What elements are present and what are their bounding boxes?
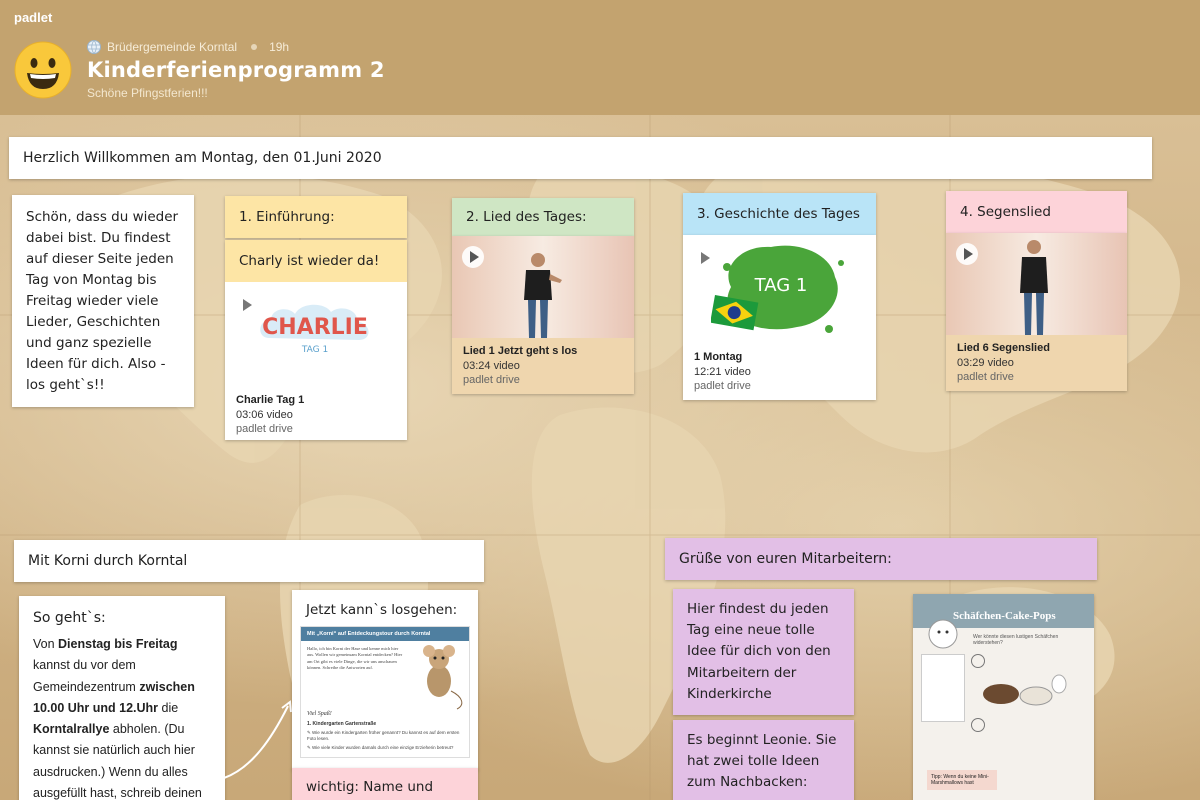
- section-title-greetings[interactable]: Grüße von euren Mitarbeitern:: [665, 538, 1097, 580]
- rallye-document-card[interactable]: Jetzt kann`s losgehen: Mit „Korni“ auf E…: [292, 590, 478, 770]
- video-duration: 03:24 video: [463, 359, 520, 372]
- board-header: padlet Brüdergemeinde Korntal 19h Kinder…: [0, 0, 1200, 115]
- wichtig-card[interactable]: wichtig: Name und: [292, 768, 478, 800]
- document-question-2: ✎ Wie viele Kinder wurden damals durch e…: [307, 745, 454, 750]
- section-title-text: Grüße von euren Mitarbeitern:: [679, 551, 892, 567]
- video-title: Lied 6 Segenslied: [957, 342, 1050, 354]
- play-icon[interactable]: [235, 294, 257, 316]
- separator-dot: [251, 44, 258, 50]
- card-subtitle-text: Charly ist wieder da!: [239, 253, 380, 269]
- greeting-note-2[interactable]: Es beginnt Leonie. Sie hat zwei tolle Id…: [673, 720, 854, 800]
- play-icon[interactable]: [462, 246, 484, 268]
- author-name[interactable]: Brüdergemeinde Korntal: [107, 40, 237, 54]
- video-meta: Lied 1 Jetzt geht s los 03:24 video padl…: [452, 338, 634, 394]
- greeting-note-text: Hier findest du jeden Tag eine neue toll…: [687, 601, 831, 702]
- thumb-text: TAG 1: [754, 275, 808, 296]
- recipe-step: Tipp: Wenn du keine Mini-Marshmallows ha…: [927, 770, 997, 790]
- video-title: 1 Montag: [694, 351, 743, 363]
- tag1-splash-logo: TAG 1: [711, 245, 844, 333]
- column-header-3[interactable]: 3. Geschichte des Tages: [683, 193, 876, 235]
- video-source: padlet drive: [694, 380, 751, 392]
- board-subtitle: Schöne Pfingstferien!!!: [87, 86, 208, 100]
- video-thumbnail[interactable]: [946, 233, 1127, 335]
- video-duration: 12:21 video: [694, 365, 751, 378]
- document-question-1: ✎ Wie wurde ein Kindergarten früher gena…: [307, 730, 460, 741]
- document-paragraph: Hallo, ich bin Korni der Hase und kenne …: [307, 646, 403, 671]
- recipe-image-card[interactable]: Schäfchen-Cake-Pops Wer könnte diesen lu…: [913, 594, 1094, 800]
- instructions-heading: So geht`s:: [33, 610, 106, 626]
- video-thumbnail[interactable]: CHARLIE TAG 1: [225, 282, 407, 387]
- document-item-1: 1. Kindergarten Gartenstraße: [307, 721, 377, 727]
- video-card-segenslied[interactable]: Lied 6 Segenslied 03:29 video padlet dri…: [946, 233, 1127, 391]
- instructions-card[interactable]: So geht`s: Von Dienstag bis Freitag kann…: [19, 596, 225, 800]
- charlie-cloud-logo: CHARLIE TAG 1: [260, 304, 369, 355]
- video-meta: 1 Montag 12:21 video padlet drive: [683, 340, 876, 400]
- greeting-note-text: Es beginnt Leonie. Sie hat zwei tolle Id…: [687, 732, 837, 791]
- video-card-geschichte[interactable]: TAG 1 1 Montag 12:21 video padlet drive: [683, 235, 876, 400]
- mouse-illustration-icon: [423, 645, 463, 710]
- connector-arrow: [223, 700, 292, 779]
- padlet-logo[interactable]: padlet: [14, 10, 52, 25]
- welcome-note-card[interactable]: Schön, dass du wieder dabei bist. Du fin…: [12, 195, 194, 407]
- play-icon[interactable]: [956, 243, 978, 265]
- time-ago: 19h: [269, 40, 290, 54]
- svg-text:TAG 1: TAG 1: [301, 345, 328, 355]
- performer-image: [524, 253, 562, 338]
- video-source: padlet drive: [236, 423, 293, 435]
- column-header-text: 1. Einführung:: [239, 209, 335, 225]
- video-title: Lied 1 Jetzt geht s los: [463, 345, 578, 357]
- document-preview[interactable]: Mit „Korni“ auf Entdeckungstour durch Ko…: [300, 626, 470, 758]
- video-duration: 03:29 video: [957, 356, 1014, 369]
- video-card-lied1[interactable]: Lied 1 Jetzt geht s los 03:24 video padl…: [452, 236, 634, 394]
- thumb-text: CHARLIE: [262, 315, 368, 340]
- video-meta: Lied 6 Segenslied 03:29 video padlet dri…: [946, 335, 1127, 391]
- sheep-illustration-icon: [928, 619, 958, 649]
- globe-icon: [87, 40, 101, 54]
- board-title: Kinderferienprogramm 2: [87, 58, 385, 82]
- video-thumbnail[interactable]: TAG 1: [683, 235, 876, 340]
- card-heading: Jetzt kann`s losgehen:: [306, 602, 458, 618]
- video-title: Charlie Tag 1: [236, 394, 305, 406]
- greeting-note-1[interactable]: Hier findest du jeden Tag eine neue toll…: [673, 589, 854, 715]
- column-header-text: 3. Geschichte des Tages: [697, 206, 860, 222]
- section-title-monday[interactable]: Herzlich Willkommen am Montag, den 01.Ju…: [9, 137, 1152, 179]
- column-header-text: 4. Segenslied: [960, 204, 1051, 220]
- column-header-text: 2. Lied des Tages:: [466, 209, 587, 225]
- section-title-text: Herzlich Willkommen am Montag, den 01.Ju…: [23, 150, 382, 166]
- card-subtitle: Charly ist wieder da!: [225, 240, 407, 282]
- column-header-4[interactable]: 4. Segenslied: [946, 191, 1127, 233]
- video-duration: 03:06 video: [236, 408, 293, 421]
- welcome-note-text: Schön, dass du wieder dabei bist. Du fin…: [26, 209, 179, 393]
- cake-pop-illustration-icon: [983, 674, 1067, 706]
- wichtig-text: wichtig: Name und: [306, 779, 434, 795]
- instructions-text: Von Dienstag bis Freitag kannst du vor d…: [33, 637, 202, 800]
- video-source: padlet drive: [957, 371, 1014, 383]
- video-thumbnail[interactable]: [452, 236, 634, 338]
- section-title-korni[interactable]: Mit Korni durch Korntal: [14, 540, 484, 582]
- video-meta: Charlie Tag 1 03:06 video padlet drive: [225, 387, 407, 443]
- document-title: Mit „Korni“ auf Entdeckungstour durch Ko…: [301, 627, 469, 641]
- performer-image: [1020, 240, 1048, 335]
- section-title-text: Mit Korni durch Korntal: [28, 553, 188, 569]
- video-source: padlet drive: [463, 374, 520, 386]
- author-row: Brüdergemeinde Korntal 19h: [87, 40, 289, 54]
- column-header-2[interactable]: 2. Lied des Tages:: [452, 198, 634, 236]
- smiley-avatar-icon: [14, 41, 72, 99]
- video-card-charlie[interactable]: Charly ist wieder da! CHARLIE TAG 1 Char…: [225, 240, 407, 440]
- column-header-1[interactable]: 1. Einführung:: [225, 196, 407, 238]
